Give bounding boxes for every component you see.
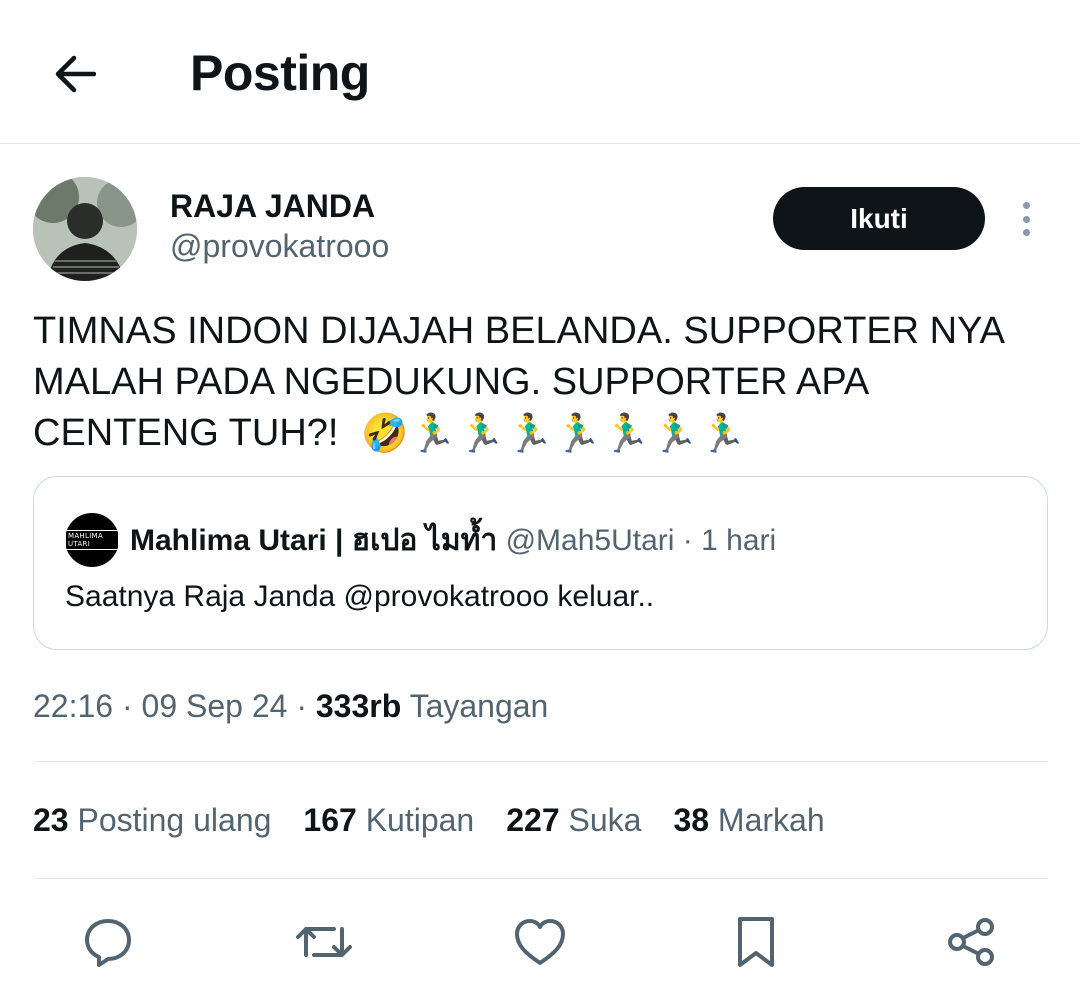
author-handle[interactable]: @provokatrooo <box>170 228 389 265</box>
quote-avatar: MAHLIMA UTARI <box>65 513 119 567</box>
more-dot-icon <box>1022 215 1030 223</box>
bookmark-icon <box>738 917 774 967</box>
avatar-photo <box>33 177 137 281</box>
meta-separator: · <box>121 688 133 724</box>
runner-emoji: 🏃‍♂️ <box>602 413 650 456</box>
emoji-group: 🤣 🏃‍♂️ 🏃‍♂️ 🏃‍♂️ 🏃‍♂️ 🏃‍♂️ 🏃‍♂️ 🏃‍♂️ <box>361 409 747 460</box>
arrow-left-icon <box>55 55 96 93</box>
runner-emoji: 🏃‍♂️ <box>506 413 554 456</box>
views-count: 333rb <box>315 688 402 724</box>
quote-timestamp: 1 hari <box>701 524 777 557</box>
stat-label: Suka <box>568 802 642 838</box>
share-icon <box>948 918 994 966</box>
stat-likes[interactable]: 227 Suka <box>506 802 641 839</box>
repost-icon <box>296 927 352 957</box>
stat-label: Markah <box>717 802 825 838</box>
laughing-emoji: 🤣 <box>361 413 409 456</box>
bookmark-button[interactable] <box>724 910 788 974</box>
share-button[interactable] <box>940 910 1004 974</box>
runner-emoji: 🏃‍♂️ <box>699 413 747 456</box>
reply-icon <box>85 919 131 967</box>
views-label: Tayangan <box>409 688 549 724</box>
repost-button[interactable] <box>292 910 356 974</box>
stat-bookmarks[interactable]: 38 Markah <box>673 802 824 839</box>
more-dot-icon <box>1022 229 1030 236</box>
quote-text: Saatnya Raja Janda @provokatrooo keluar.… <box>65 580 655 613</box>
divider <box>33 878 1048 879</box>
back-button[interactable] <box>46 46 102 102</box>
divider <box>33 761 1048 762</box>
tweet-date: 09 Sep 24 <box>141 688 288 724</box>
stat-number: 38 <box>673 802 710 838</box>
author-avatar[interactable] <box>33 177 137 281</box>
more-dot-icon <box>1022 202 1030 209</box>
top-bar: Posting <box>0 0 1080 144</box>
runner-emoji: 🏃‍♂️ <box>409 413 457 456</box>
runner-emoji: 🏃‍♂️ <box>457 413 505 456</box>
runner-emoji: 🏃‍♂️ <box>554 413 602 456</box>
quote-author-name: Mahlima Utari | ฮเปอ ไมท้ำ <box>130 524 498 557</box>
stat-number: 227 <box>506 802 560 838</box>
tweet-time: 22:16 <box>33 688 114 724</box>
stat-label: Posting ulang <box>77 802 272 838</box>
stat-quotes[interactable]: 167 Kutipan <box>303 802 474 839</box>
stat-number: 23 <box>33 802 69 838</box>
more-options-button[interactable] <box>1010 198 1042 240</box>
quote-avatar-logo: MAHLIMA UTARI <box>65 530 119 550</box>
page-title: Posting <box>190 45 370 101</box>
heart-icon <box>515 919 565 965</box>
stat-reposts[interactable]: 23 Posting ulang <box>33 802 271 839</box>
tweet-meta: 22:16 · 09 Sep 24 · 333rb Tayangan <box>33 688 548 725</box>
stat-label: Kutipan <box>365 802 475 838</box>
author-name[interactable]: RAJA JANDA <box>170 188 375 225</box>
quoted-tweet-card[interactable]: MAHLIMA UTARI Mahlima Utari | ฮเปอ ไมท้ำ… <box>33 476 1048 650</box>
quote-header: Mahlima Utari | ฮเปอ ไมท้ำ @Mah5Utari · … <box>130 517 776 564</box>
runner-emoji: 🏃‍♂️ <box>650 413 699 456</box>
quote-author-handle: @Mah5Utari <box>505 524 675 557</box>
reply-button[interactable] <box>76 910 140 974</box>
quote-separator: · <box>682 524 693 557</box>
follow-button[interactable]: Ikuti <box>773 187 985 250</box>
action-bar <box>0 910 1080 974</box>
engagement-stats: 23 Posting ulang 167 Kutipan 227 Suka 38… <box>33 802 857 839</box>
tweet-text: TIMNAS INDON DIJAJAH BELANDA. SUPPORTER … <box>33 306 1043 460</box>
like-button[interactable] <box>508 910 572 974</box>
stat-number: 167 <box>303 802 357 838</box>
meta-separator: · <box>296 688 307 724</box>
